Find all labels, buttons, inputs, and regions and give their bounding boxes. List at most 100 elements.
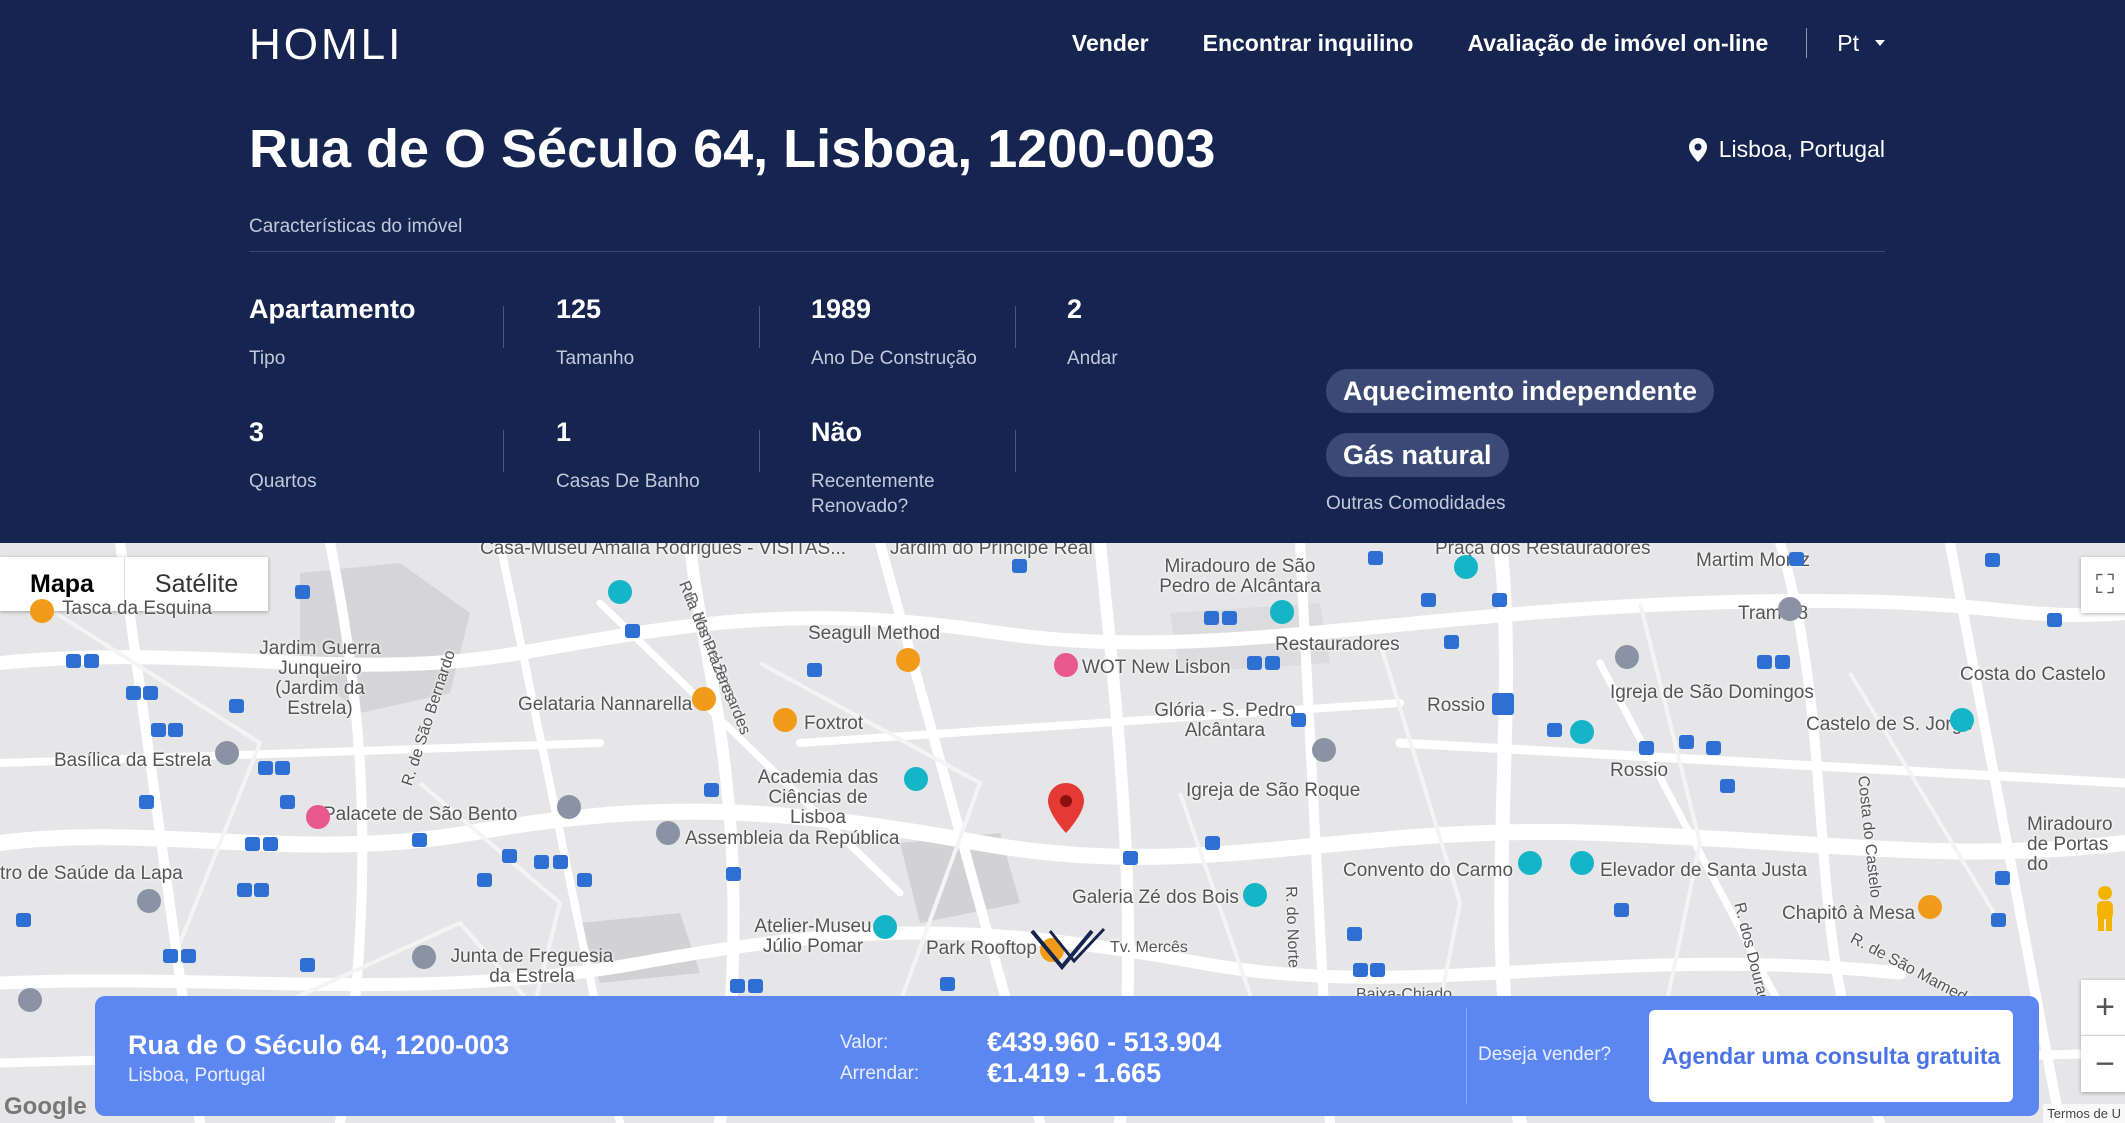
- bus-stop-icon[interactable]: [1265, 656, 1280, 670]
- camera-icon[interactable]: [1570, 851, 1594, 875]
- metro-icon[interactable]: [1789, 552, 1804, 566]
- bus-stop-icon[interactable]: [807, 663, 822, 677]
- bus-stop-icon[interactable]: [275, 761, 290, 775]
- museum-icon[interactable]: [904, 767, 928, 791]
- bus-stop-icon[interactable]: [280, 795, 295, 809]
- bus-stop-icon[interactable]: [1421, 593, 1436, 607]
- google-logo[interactable]: Google: [4, 1093, 87, 1121]
- museum-icon[interactable]: [608, 580, 632, 604]
- hotel-icon[interactable]: [306, 805, 330, 829]
- homli-logo[interactable]: HOMLI: [249, 20, 403, 70]
- ice-cream-icon[interactable]: [692, 687, 716, 711]
- bus-stop-icon[interactable]: [1775, 655, 1790, 669]
- museum-icon[interactable]: [1518, 851, 1542, 875]
- bus-stop-icon[interactable]: [258, 761, 273, 775]
- camera-icon[interactable]: [1243, 883, 1267, 907]
- bus-stop-icon[interactable]: [1222, 611, 1237, 625]
- hotel-icon[interactable]: [1054, 653, 1078, 677]
- bus-stop-icon[interactable]: [84, 654, 99, 668]
- camera-icon[interactable]: [1270, 600, 1294, 624]
- landmark-icon[interactable]: [1454, 555, 1478, 579]
- property-location-pin-icon[interactable]: [1048, 783, 1084, 833]
- metro-icon[interactable]: [1444, 635, 1459, 649]
- castle-icon[interactable]: [1950, 708, 1974, 732]
- bus-stop-icon[interactable]: [295, 585, 310, 599]
- bus-stop-icon[interactable]: [1614, 903, 1629, 917]
- bus-stop-icon[interactable]: [163, 949, 178, 963]
- bus-stop-icon[interactable]: [1123, 851, 1138, 865]
- bus-stop-icon[interactable]: [151, 723, 166, 737]
- bus-stop-icon[interactable]: [577, 873, 592, 887]
- landmark-icon[interactable]: [656, 821, 680, 845]
- bus-stop-icon[interactable]: [748, 979, 763, 993]
- bus-stop-icon[interactable]: [412, 833, 427, 847]
- bus-stop-icon[interactable]: [704, 783, 719, 797]
- bus-stop-icon[interactable]: [1706, 741, 1721, 755]
- bus-stop-icon[interactable]: [502, 849, 517, 863]
- bus-stop-icon[interactable]: [237, 883, 252, 897]
- museum-icon[interactable]: [873, 915, 897, 939]
- place-icon[interactable]: [18, 988, 42, 1012]
- church-icon[interactable]: [1615, 645, 1639, 669]
- bus-stop-icon[interactable]: [168, 723, 183, 737]
- bus-stop-icon[interactable]: [553, 855, 568, 869]
- bus-stop-icon[interactable]: [1985, 553, 2000, 567]
- bus-stop-icon[interactable]: [1995, 871, 2010, 885]
- bus-stop-icon[interactable]: [1757, 655, 1772, 669]
- cafe-icon[interactable]: [896, 648, 920, 672]
- bus-stop-icon[interactable]: [66, 654, 81, 668]
- nav-vender[interactable]: Vender: [1072, 30, 1149, 57]
- bus-stop-icon[interactable]: [1720, 779, 1735, 793]
- fullscreen-button[interactable]: ⛶: [2081, 557, 2125, 613]
- bus-stop-icon[interactable]: [16, 913, 31, 927]
- bus-stop-icon[interactable]: [181, 949, 196, 963]
- bus-stop-icon[interactable]: [1370, 963, 1385, 977]
- place-icon[interactable]: [1778, 597, 1802, 621]
- nav-encontrar-inquilino[interactable]: Encontrar inquilino: [1203, 30, 1414, 57]
- restaurant-icon[interactable]: [1918, 895, 1942, 919]
- bus-stop-icon[interactable]: [1679, 735, 1694, 749]
- bus-stop-icon[interactable]: [477, 873, 492, 887]
- bus-stop-icon[interactable]: [1205, 836, 1220, 850]
- bus-stop-icon[interactable]: [625, 624, 640, 638]
- landmark-icon[interactable]: [412, 945, 436, 969]
- church-icon[interactable]: [215, 741, 239, 765]
- zoom-out-button[interactable]: −: [2081, 1036, 2125, 1092]
- bus-stop-icon[interactable]: [2047, 613, 2062, 627]
- bus-stop-icon[interactable]: [730, 979, 745, 993]
- bus-stop-icon[interactable]: [1291, 713, 1306, 727]
- bus-stop-icon[interactable]: [534, 855, 549, 869]
- landmark-icon[interactable]: [557, 795, 581, 819]
- bus-stop-icon[interactable]: [1991, 913, 2006, 927]
- bus-stop-icon[interactable]: [300, 958, 315, 972]
- bus-stop-icon[interactable]: [1368, 551, 1383, 565]
- bus-stop-icon[interactable]: [245, 837, 260, 851]
- bus-stop-icon[interactable]: [254, 883, 269, 897]
- map-terms-link[interactable]: Termos de U: [2043, 1104, 2125, 1123]
- bus-stop-icon[interactable]: [940, 977, 955, 991]
- bus-stop-icon[interactable]: [1492, 593, 1507, 607]
- castle-icon[interactable]: [1570, 720, 1594, 744]
- bus-stop-icon[interactable]: [126, 686, 141, 700]
- bus-stop-icon[interactable]: [726, 867, 741, 881]
- bus-stop-icon[interactable]: [139, 795, 154, 809]
- bus-stop-icon[interactable]: [263, 837, 278, 851]
- bar-icon[interactable]: [773, 708, 797, 732]
- restaurant-icon[interactable]: [30, 599, 54, 623]
- zoom-in-button[interactable]: +: [2081, 980, 2125, 1036]
- metro-icon[interactable]: [1492, 693, 1514, 715]
- schedule-consultation-button[interactable]: Agendar uma consulta gratuita: [1649, 1010, 2013, 1102]
- bus-stop-icon[interactable]: [229, 699, 244, 713]
- bus-stop-icon[interactable]: [1347, 927, 1362, 941]
- language-selector[interactable]: Pt: [1837, 30, 1885, 57]
- bus-stop-icon[interactable]: [1247, 656, 1262, 670]
- nav-avaliacao-online[interactable]: Avaliação de imóvel on-line: [1467, 30, 1768, 57]
- street-view-pegman-icon[interactable]: [2081, 875, 2125, 941]
- bus-stop-icon[interactable]: [1353, 963, 1368, 977]
- bus-stop-icon[interactable]: [1012, 559, 1027, 573]
- metro-icon[interactable]: [1639, 741, 1654, 755]
- bus-stop-icon[interactable]: [1204, 611, 1219, 625]
- bus-stop-icon[interactable]: [1547, 723, 1562, 737]
- bus-stop-icon[interactable]: [143, 686, 158, 700]
- church-icon[interactable]: [1312, 738, 1336, 762]
